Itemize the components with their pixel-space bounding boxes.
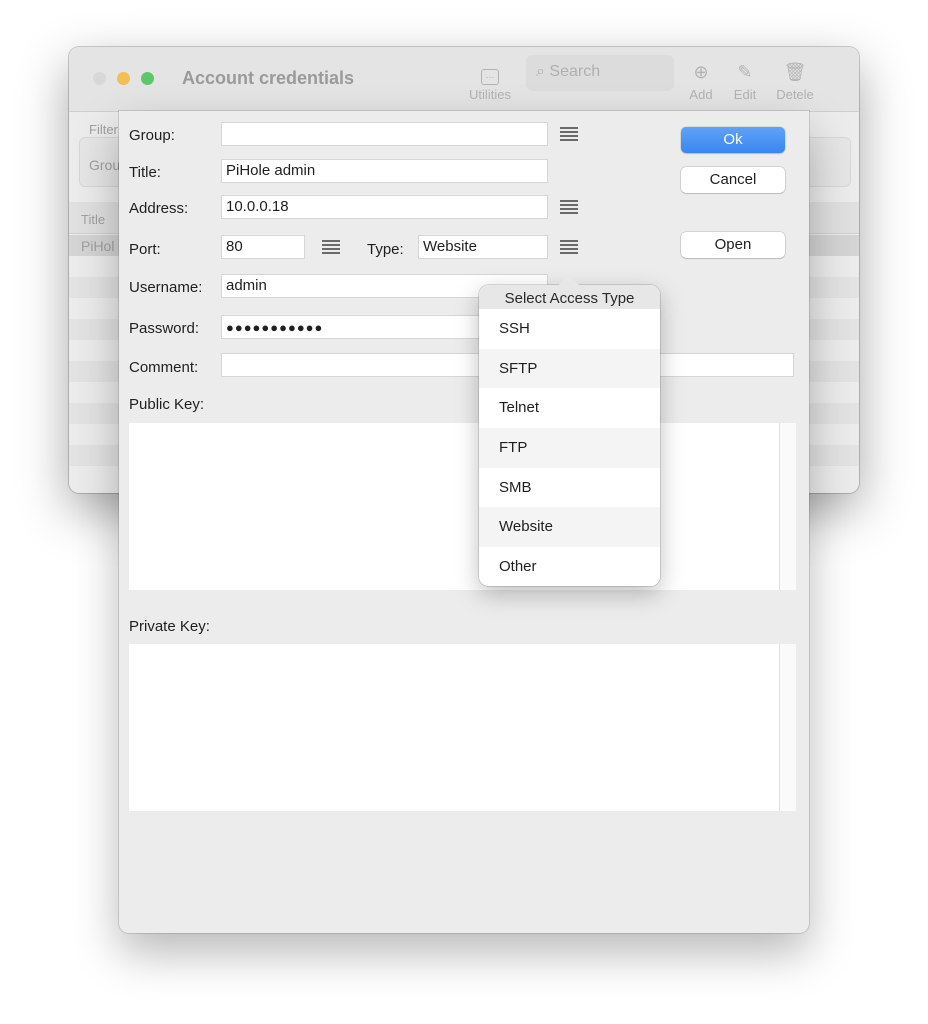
minimize-window-button[interactable] <box>117 72 130 85</box>
add-button[interactable]: ⊕ Add <box>685 61 717 102</box>
port-field[interactable]: 80 <box>221 235 305 259</box>
public-key-scrollbar[interactable] <box>779 423 796 590</box>
window-title: Account credentials <box>182 68 355 88</box>
group-list-icon[interactable] <box>560 127 578 143</box>
type-label: Type: <box>367 241 404 258</box>
credentials-sheet: Group: Title: PiHole admin Address: 10.0… <box>119 111 809 933</box>
delete-button[interactable]: 🗑 Detele <box>771 61 819 102</box>
popup-header: Select Access Type <box>479 285 660 309</box>
address-field[interactable]: 10.0.0.18 <box>221 195 548 219</box>
column-header-title[interactable]: Title <box>81 212 105 227</box>
edit-label: Edit <box>733 87 757 102</box>
utilities-icon: … <box>481 69 499 85</box>
access-type-ssh[interactable]: SSH <box>479 309 660 349</box>
username-label: Username: <box>129 279 203 296</box>
filter-label: Filter <box>89 122 118 137</box>
popup-arrow <box>559 275 579 285</box>
type-field[interactable]: Website <box>418 235 548 259</box>
password-label: Password: <box>129 320 200 337</box>
search-placeholder: Search <box>549 63 601 80</box>
access-type-other[interactable]: Other <box>479 547 660 587</box>
private-key-scrollbar[interactable] <box>779 644 796 811</box>
ok-button[interactable]: Ok <box>681 127 785 153</box>
search-icon: ⌕ <box>536 63 545 80</box>
port-label: Port: <box>129 241 161 258</box>
title-bar: Account credentials … Utilities ⌕ Search… <box>69 47 859 112</box>
address-label: Address: <box>129 200 189 217</box>
comment-label: Comment: <box>129 359 199 376</box>
private-key-textarea[interactable] <box>129 644 796 811</box>
access-type-ftp[interactable]: FTP <box>479 428 660 468</box>
access-type-telnet[interactable]: Telnet <box>479 388 660 428</box>
edit-button[interactable]: ✎ Edit <box>729 61 761 102</box>
cancel-button[interactable]: Cancel <box>681 167 785 193</box>
utilities-button[interactable]: … Utilities <box>460 61 520 102</box>
utilities-label: Utilities <box>469 87 511 102</box>
group-filter-label: Grou <box>89 157 121 173</box>
close-window-button[interactable] <box>93 72 106 85</box>
public-key-textarea[interactable] <box>129 423 796 590</box>
private-key-label: Private Key: <box>129 618 210 635</box>
open-button[interactable]: Open <box>681 232 785 258</box>
trash-icon: 🗑 <box>783 62 807 82</box>
add-icon: ⊕ <box>693 62 709 82</box>
edit-icon: ✎ <box>737 62 753 82</box>
title-field[interactable]: PiHole admin <box>221 159 548 183</box>
group-field[interactable] <box>221 122 548 146</box>
type-list-icon[interactable] <box>560 240 578 256</box>
access-type-smb[interactable]: SMB <box>479 468 660 508</box>
public-key-label: Public Key: <box>129 396 205 413</box>
add-label: Add <box>689 87 713 102</box>
access-type-popup: Select Access Type SSH SFTP Telnet FTP S… <box>479 275 660 587</box>
group-label: Group: <box>129 127 175 144</box>
address-list-icon[interactable] <box>560 200 578 216</box>
row-title: PiHol <box>81 238 115 254</box>
search-field[interactable]: ⌕ Search <box>526 55 674 91</box>
delete-label: Detele <box>776 87 814 102</box>
maximize-window-button[interactable] <box>141 72 154 85</box>
port-list-icon[interactable] <box>322 240 340 256</box>
title-label: Title: <box>129 164 161 181</box>
access-type-website[interactable]: Website <box>479 507 660 548</box>
access-type-sftp[interactable]: SFTP <box>479 348 660 389</box>
